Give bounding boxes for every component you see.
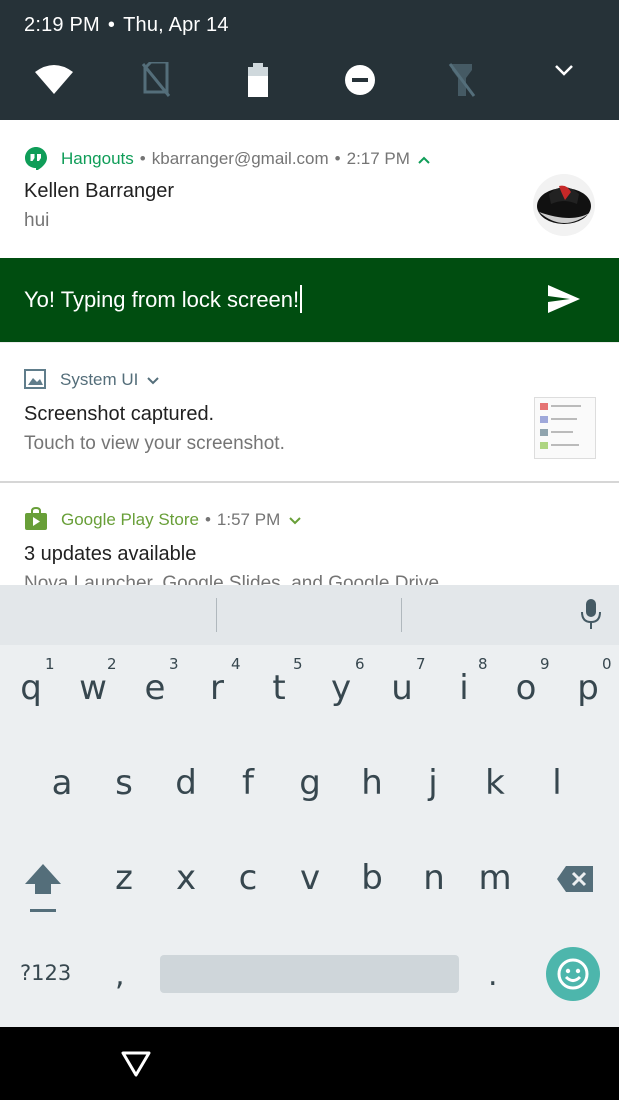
header-separator: • [334,149,341,168]
key-b[interactable]: b [341,858,403,898]
key-hint-6: 6 [355,655,365,673]
status-datetime: 2:19 PM • Thu, Apr 14 [24,14,229,37]
collapse-chevron-icon[interactable] [418,149,430,169]
screenshot-thumbnail [534,397,596,459]
avatar [533,174,595,236]
status-date: Thu, Apr 14 [123,14,229,36]
navigation-bar [0,1027,619,1100]
suggestion-divider [216,598,217,632]
send-icon[interactable] [547,284,581,319]
key-f[interactable]: f [217,763,279,803]
key-hint-2: 2 [107,655,117,673]
notification-header: Hangouts • kbarranger@gmail.com • 2:17 P… [24,146,430,172]
play-store-icon [24,506,50,533]
key-t[interactable]: t [248,668,310,708]
image-icon [24,369,50,391]
suggestion-divider [401,598,402,632]
shift-key-icon[interactable] [24,862,62,919]
playstore-notification[interactable]: Google Play Store • 1:57 PM 3 updates av… [0,483,619,585]
key-hint-3: 3 [169,655,179,673]
status-time: 2:19 PM [24,14,100,36]
smiley-icon [557,958,589,990]
key-h[interactable]: h [341,763,403,803]
key-hint-0: 0 [602,655,612,673]
hangouts-icon [24,146,50,172]
key-u[interactable]: u [371,668,433,708]
microphone-icon[interactable] [579,598,603,635]
key-hint-8: 8 [478,655,488,673]
hangouts-notification[interactable]: Hangouts • kbarranger@gmail.com • 2:17 P… [0,120,619,258]
key-e[interactable]: e [124,668,186,708]
flashlight-off-icon[interactable] [442,60,482,100]
key-p[interactable]: p [557,668,619,708]
reply-input[interactable]: Yo! Typing from lock screen! [24,285,303,313]
key-q[interactable]: q [0,668,62,708]
key-a[interactable]: a [31,763,93,803]
key-x[interactable]: x [155,858,217,898]
key-z[interactable]: z [93,858,155,898]
key-s[interactable]: s [93,763,155,803]
period-key[interactable]: . [488,958,498,993]
key-n[interactable]: n [403,858,465,898]
suggestion-strip[interactable] [0,585,619,645]
notification-title: Kellen Barranger [24,180,175,202]
key-v[interactable]: v [279,858,341,898]
account-email: kbarranger@gmail.com [151,149,329,168]
app-name: Hangouts [61,149,134,168]
notification-text: Touch to view your screenshot. [24,433,285,454]
key-y[interactable]: y [310,668,372,708]
app-name: System UI [60,370,139,389]
notification-title: Screenshot captured. [24,403,215,425]
comma-key[interactable]: , [115,958,125,993]
space-key[interactable] [160,955,459,993]
backspace-icon[interactable] [556,865,594,898]
back-down-icon[interactable] [120,1050,152,1083]
notification-title: 3 updates available [24,543,197,565]
key-m[interactable]: m [464,858,526,898]
key-w[interactable]: w [62,668,124,708]
notification-time: 1:57 PM [216,510,281,529]
reply-text: Yo! Typing from lock screen! [24,287,300,312]
text-caret [300,285,303,313]
notification-header: System UI [24,369,160,391]
key-c[interactable]: c [217,858,279,898]
notification-time: 2:17 PM [346,149,410,168]
battery-icon[interactable] [238,60,278,100]
do-not-disturb-icon[interactable] [340,60,380,100]
key-g[interactable]: g [279,763,341,803]
header-separator: • [139,149,146,168]
header-separator: • [204,510,211,529]
systemui-notification[interactable]: System UI Screenshot captured. Touch to … [0,343,619,481]
key-hint-5: 5 [293,655,303,673]
notification-text: hui [24,210,50,231]
key-i[interactable]: i [433,668,495,708]
no-sim-icon[interactable] [136,60,176,100]
app-name: Google Play Store [61,510,199,529]
expand-chevron-icon[interactable] [147,370,160,390]
key-o[interactable]: o [495,668,557,708]
key-r[interactable]: r [186,668,248,708]
key-l[interactable]: l [526,763,588,803]
expand-chevron-icon[interactable] [544,50,584,90]
key-j[interactable]: j [402,763,464,803]
expand-chevron-icon[interactable] [289,510,301,530]
notification-header: Google Play Store • 1:57 PM [24,506,301,533]
key-hint-4: 4 [231,655,241,673]
key-hint-1: 1 [45,655,55,673]
key-hint-7: 7 [416,655,426,673]
symbols-key[interactable]: ?123 [20,961,71,985]
wifi-icon[interactable] [34,60,74,100]
key-hint-9: 9 [540,655,550,673]
emoji-key[interactable] [546,947,600,1001]
notification-text: Nova Launcher, Google Slides, and Google… [24,573,440,585]
key-d[interactable]: d [155,763,217,803]
key-k[interactable]: k [464,763,526,803]
status-separator: • [107,14,116,36]
